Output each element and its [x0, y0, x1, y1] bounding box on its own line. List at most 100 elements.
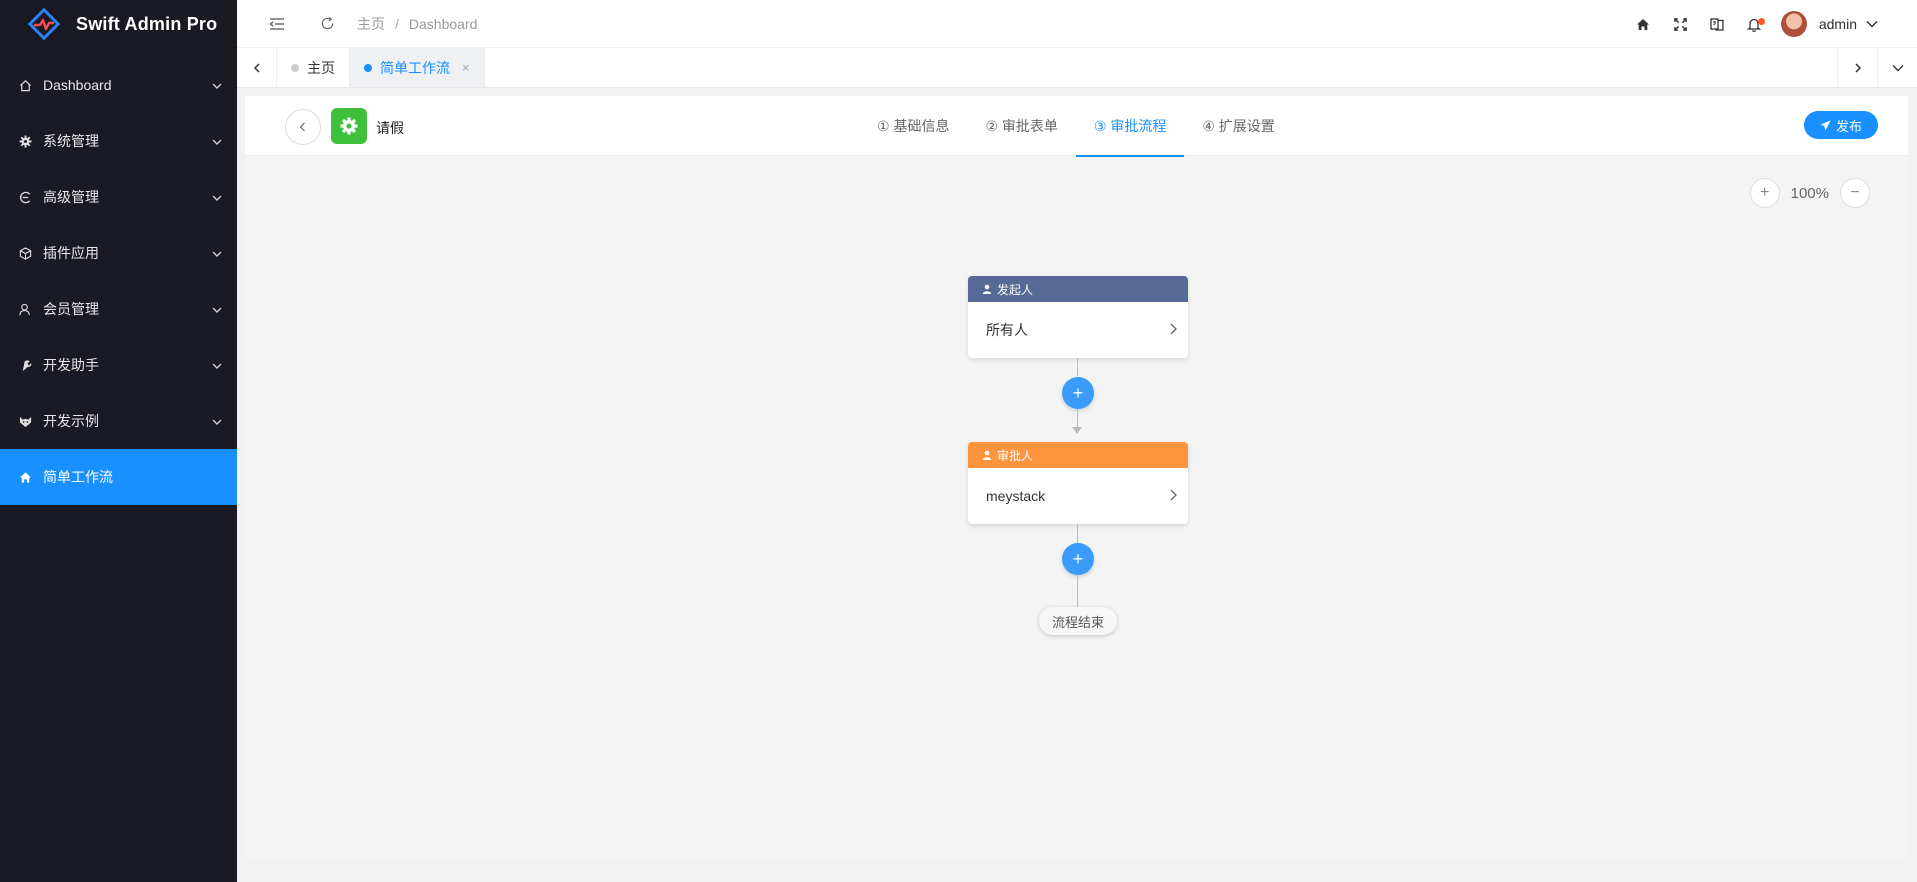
sidebar-item-label: 开发助手: [43, 357, 99, 373]
tab-status-dot: [291, 63, 299, 72]
wrench-icon: [18, 358, 32, 372]
add-node-button[interactable]: +: [1062, 377, 1094, 409]
flow-connector: [1077, 575, 1078, 608]
chevron-down-icon: [211, 359, 223, 371]
tab-bar-controls: [1837, 48, 1917, 87]
sidebar-item-dev-examples[interactable]: 开发示例: [0, 393, 237, 449]
tab-status-dot: [364, 63, 372, 72]
user-icon: [982, 284, 992, 294]
initiator-node-body: 所有人: [968, 302, 1188, 358]
sidebar-item-label: 开发示例: [43, 413, 99, 429]
chevron-right-icon: [1170, 489, 1177, 501]
sidebar-item-dev-helper[interactable]: 开发助手: [0, 337, 237, 393]
approver-node-header: 审批人: [968, 442, 1188, 468]
sidebar-item-members[interactable]: 会员管理: [0, 281, 237, 337]
sidebar-item-label: 高级管理: [43, 189, 99, 205]
user-icon: [18, 302, 32, 316]
sidebar-item-system[interactable]: 系统管理: [0, 113, 237, 169]
sidebar-item-label: 插件应用: [43, 245, 99, 261]
workflow-toolbar: 请假 ① 基础信息 ② 审批表单 ③ 审批流程 ④ 扩展设置 发布: [245, 96, 1908, 157]
sidebar-item-label: 会员管理: [43, 301, 99, 317]
breadcrumb-separator: /: [395, 15, 399, 32]
initiator-node-header: 发起人: [968, 276, 1188, 302]
back-button[interactable]: [285, 109, 321, 145]
zoom-in-button[interactable]: +: [1749, 178, 1780, 208]
tab-bar: 主页 简单工作流 ×: [237, 48, 1917, 88]
zoom-control: + 100% −: [1749, 178, 1870, 208]
tab-simple-workflow[interactable]: 简单工作流 ×: [350, 48, 485, 87]
zoom-out-button[interactable]: −: [1840, 178, 1870, 208]
flow-connector: [1077, 409, 1078, 427]
publish-label: 发布: [1835, 118, 1862, 134]
publish-button[interactable]: 发布: [1804, 111, 1878, 139]
close-icon[interactable]: ×: [462, 60, 470, 75]
chevron-down-icon: [211, 415, 223, 427]
tab-home[interactable]: 主页: [277, 48, 350, 87]
step-approval-form[interactable]: ② 审批表单: [967, 96, 1075, 156]
breadcrumb-current: Dashboard: [408, 15, 478, 32]
tab-dropdown-button[interactable]: [1877, 48, 1917, 87]
fullscreen-icon[interactable]: [1662, 0, 1699, 48]
gear-icon: [18, 134, 32, 148]
home-icon[interactable]: [1625, 0, 1662, 48]
avatar[interactable]: [1780, 11, 1807, 37]
approver-node-title: 审批人: [997, 448, 1034, 463]
sidebar: Swift Admin Pro Dashboard 系统管理 高级管理 插件应用…: [0, 0, 237, 882]
swift-logo-icon: [26, 6, 62, 42]
step-approval-flow[interactable]: ③ 审批流程: [1075, 96, 1185, 157]
approver-node-body: meystack: [968, 468, 1188, 524]
flow-end-node: 流程结束: [1039, 607, 1118, 635]
flow-connector: [1077, 358, 1078, 376]
step-extended-settings[interactable]: ④ 扩展设置: [1184, 96, 1292, 156]
step-basic-info[interactable]: ① 基础信息: [859, 96, 967, 156]
sidebar-item-label: Dashboard: [43, 77, 112, 93]
flow-arrow-icon: [1072, 427, 1082, 434]
menu-collapse-icon[interactable]: [267, 14, 287, 34]
chevron-down-icon: [211, 303, 223, 315]
initiator-node-title: 发起人: [997, 282, 1034, 297]
sidebar-item-label: 系统管理: [43, 133, 99, 149]
chevron-down-icon: [211, 135, 223, 147]
sidebar-item-plugins[interactable]: 插件应用: [0, 225, 237, 281]
sidebar-item-dashboard[interactable]: Dashboard: [0, 57, 237, 113]
tab-scroll-right-button[interactable]: [1837, 48, 1877, 87]
workflow-title: 请假: [376, 120, 404, 136]
logo[interactable]: Swift Admin Pro: [0, 0, 237, 48]
user-name[interactable]: admin: [1819, 16, 1857, 32]
notification-dot: [1757, 18, 1765, 25]
refresh-icon[interactable]: [317, 14, 337, 34]
chevron-down-icon: [211, 79, 223, 91]
circle-e-icon: [18, 190, 32, 204]
sidebar-item-advanced[interactable]: 高级管理: [0, 169, 237, 225]
chevron-down-icon[interactable]: [1865, 17, 1879, 31]
header-actions: admin: [1625, 0, 1917, 48]
breadcrumb-home[interactable]: 主页: [357, 14, 385, 34]
tab-label: 简单工作流: [380, 59, 450, 76]
chevron-down-icon: [211, 191, 223, 203]
fox-icon: [18, 414, 32, 428]
initiator-node[interactable]: 发起人 所有人: [968, 276, 1188, 358]
translate-icon[interactable]: [1699, 0, 1736, 48]
zoom-level: 100%: [1790, 184, 1829, 202]
approver-node[interactable]: 审批人 meystack: [968, 442, 1188, 524]
chevron-right-icon: [1170, 323, 1177, 335]
send-icon: [1820, 119, 1831, 131]
sidebar-menu: Dashboard 系统管理 高级管理 插件应用 会员管理 开发助手 开发示例 …: [0, 57, 237, 505]
initiator-node-content: 所有人: [986, 322, 1028, 338]
breadcrumb: 主页 / Dashboard: [357, 14, 477, 34]
step-tabs: ① 基础信息 ② 审批表单 ③ 审批流程 ④ 扩展设置: [859, 96, 1293, 157]
add-node-button[interactable]: +: [1062, 543, 1094, 575]
tab-scroll-left-button[interactable]: [237, 48, 277, 87]
notification-bell-icon[interactable]: [1736, 0, 1773, 48]
sidebar-item-label: 简单工作流: [43, 469, 113, 485]
sidebar-item-simple-workflow[interactable]: 简单工作流: [0, 449, 237, 505]
top-header: 主页 / Dashboard admin: [237, 0, 1917, 48]
user-icon: [982, 450, 992, 460]
home-icon: [18, 470, 32, 484]
flow-connector: [1077, 524, 1078, 544]
chevron-down-icon: [211, 247, 223, 259]
workflow-app-icon: [331, 108, 367, 144]
approver-node-content: meystack: [986, 488, 1046, 504]
cube-icon: [18, 246, 32, 260]
tab-label: 主页: [307, 59, 335, 76]
